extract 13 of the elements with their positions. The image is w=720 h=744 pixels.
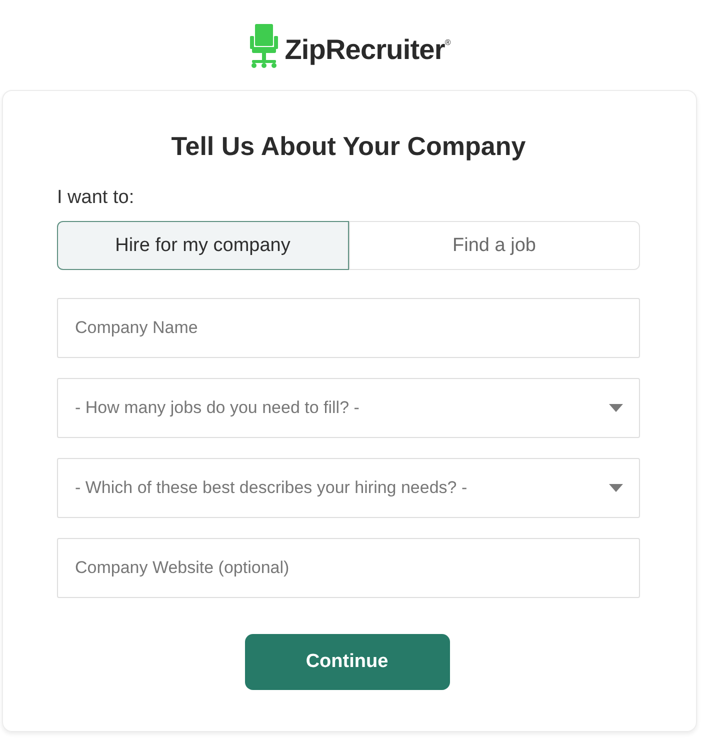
caret-icon bbox=[609, 404, 623, 412]
intent-option[interactable]: Hire for my company bbox=[57, 221, 348, 270]
chair-icon bbox=[248, 24, 279, 68]
intent-label: I want to: bbox=[57, 187, 136, 209]
continue-button[interactable]: Continue bbox=[244, 634, 450, 690]
caret-icon bbox=[609, 484, 623, 492]
dropdown[interactable]: - Which of these best describes your hiring needs? - bbox=[57, 458, 640, 518]
dropdown[interactable]: - How many jobs do you need to fill? - bbox=[57, 378, 640, 438]
logo-wordmark: ZipRecruiter$^{®}$ bbox=[284, 32, 450, 66]
form-title: Tell Us About Your Company bbox=[170, 131, 527, 161]
intent-option[interactable]: Find a job bbox=[348, 221, 640, 270]
text-field[interactable]: Company Name bbox=[57, 298, 640, 358]
text-field[interactable]: Company Website (optional) bbox=[57, 538, 640, 598]
